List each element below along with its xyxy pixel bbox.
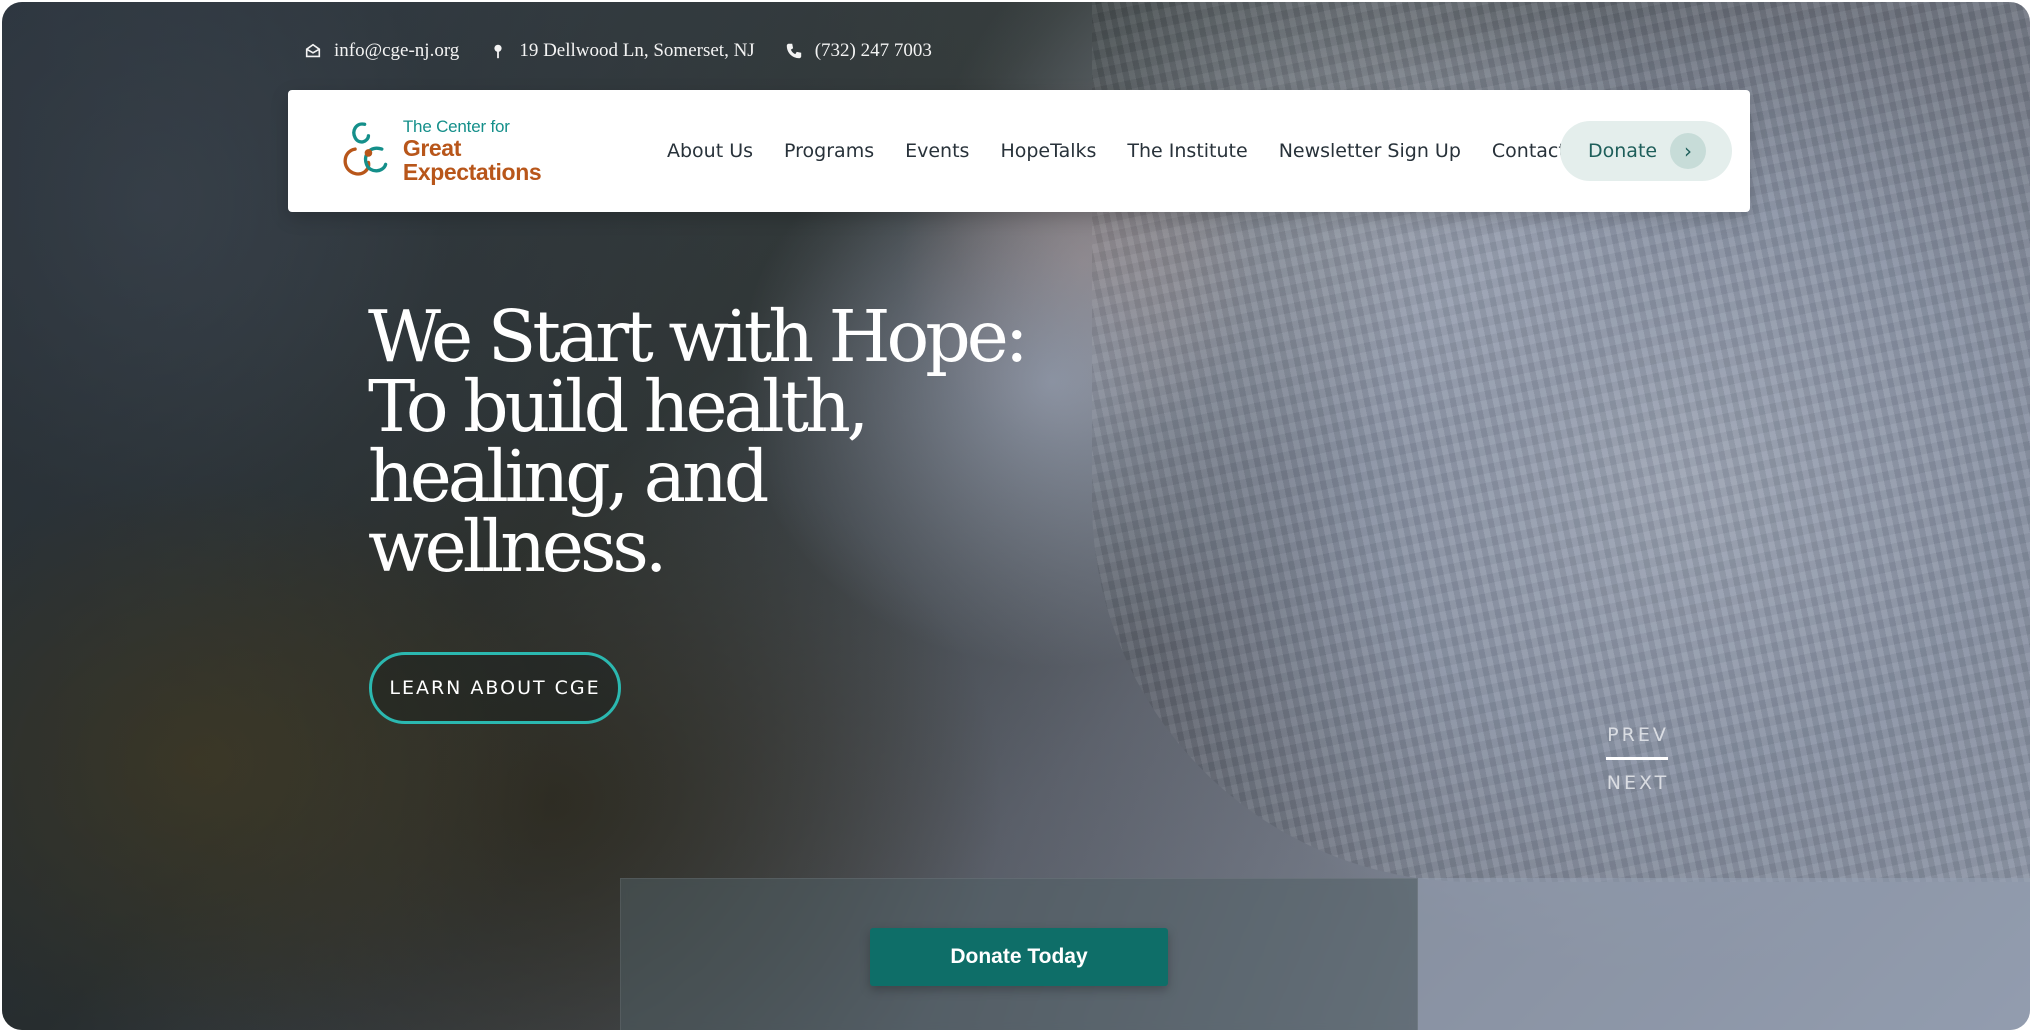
hero-line-4: wellness. [368, 505, 667, 588]
hero-heading: We Start with Hope: To build health, hea… [368, 295, 1029, 588]
phone-icon [785, 42, 803, 60]
hero-line-3: healing, and [368, 435, 769, 518]
contact-address[interactable]: 19 Dellwood Ln, Somerset, NJ [489, 40, 755, 62]
logo-line-2: Great Expectations [402, 134, 542, 185]
slider-controls: PREV NEXT [1606, 724, 1670, 794]
donate-label: Donate [1588, 140, 1658, 162]
nav-item-about-us[interactable]: About Us [667, 140, 753, 162]
hero-background: info@cge-nj.org 19 Dellwood Ln, Somerset… [2, 2, 2030, 1030]
hero-line-2: To build health, [368, 365, 869, 448]
site-logo[interactable]: The Center for Great Expectations [336, 112, 596, 190]
nav-item-newsletter[interactable]: Newsletter Sign Up [1279, 140, 1461, 162]
hero-line-1: We Start with Hope: [368, 295, 1029, 378]
nav-item-programs[interactable]: Programs [784, 140, 874, 162]
email-text: info@cge-nj.org [334, 40, 460, 61]
nav-item-hopetalks[interactable]: HopeTalks [1000, 140, 1096, 162]
learn-about-cge-button[interactable]: LEARN ABOUT CGE [369, 652, 621, 724]
prev-button[interactable]: PREV [1606, 724, 1670, 746]
next-button[interactable]: NEXT [1606, 772, 1670, 794]
donate-button[interactable]: Donate › [1560, 121, 1732, 181]
map-pin-icon [489, 42, 507, 60]
contact-bar: info@cge-nj.org 19 Dellwood Ln, Somerset… [304, 38, 932, 64]
logo-text: The Center for Great Expectations [403, 118, 596, 184]
nav-item-contact[interactable]: Contact [1492, 140, 1566, 162]
chevron-right-icon: › [1670, 133, 1706, 169]
logo-mark-icon [343, 122, 388, 176]
address-text: 19 Dellwood Ln, Somerset, NJ [519, 40, 755, 61]
contact-email[interactable]: info@cge-nj.org [304, 40, 459, 62]
contact-phone[interactable]: (732) 247 7003 [785, 40, 932, 62]
logo-line-1: The Center for [402, 116, 510, 136]
envelope-icon [304, 42, 322, 60]
main-navbar: The Center for Great Expectations About … [288, 90, 1750, 212]
slider-divider [1606, 757, 1668, 760]
phone-text: (732) 247 7003 [814, 40, 932, 61]
nav-item-events[interactable]: Events [905, 140, 969, 162]
nav-item-the-institute[interactable]: The Institute [1127, 140, 1247, 162]
primary-menu: About Us Programs Events HopeTalks The I… [667, 90, 1566, 212]
bottom-panel-right [1418, 878, 2030, 1030]
donate-today-button[interactable]: Donate Today [870, 928, 1168, 986]
